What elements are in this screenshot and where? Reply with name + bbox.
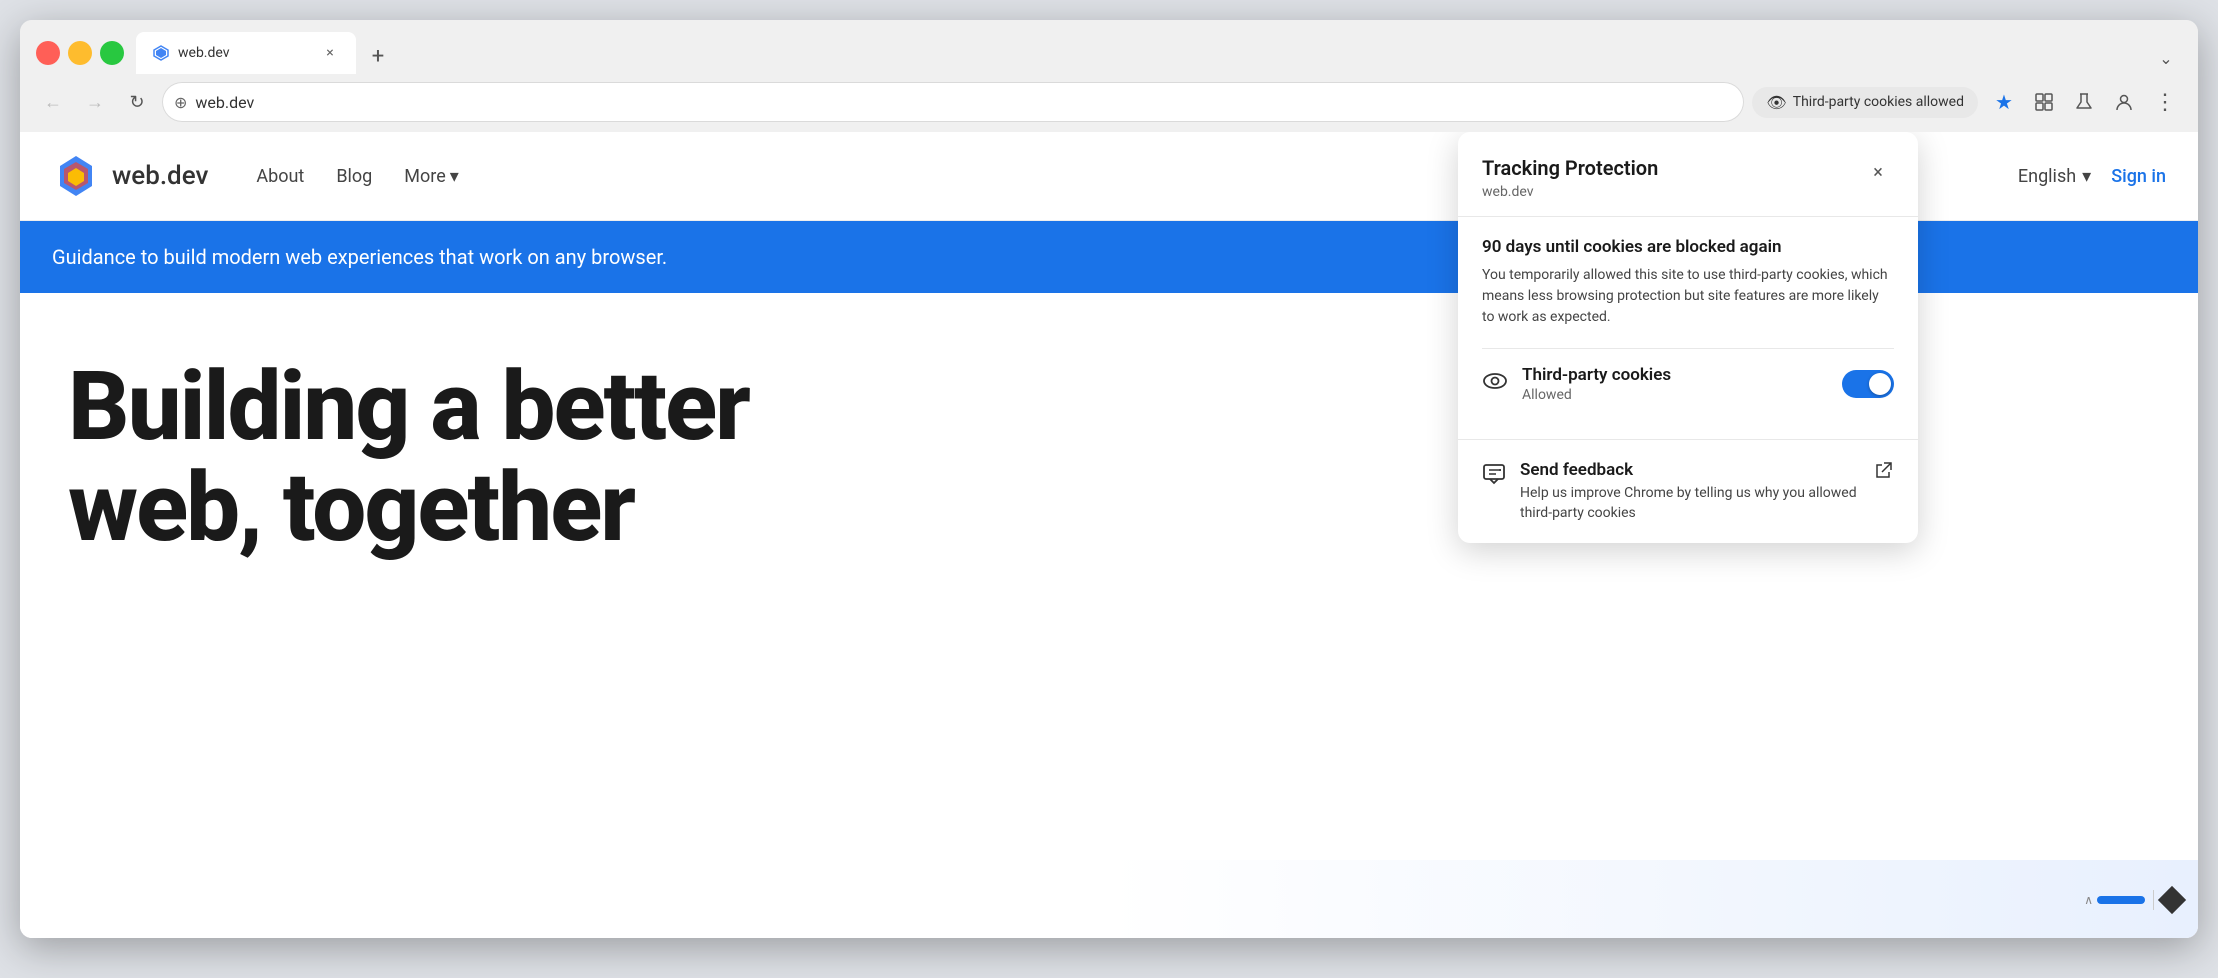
tab-title: web.dev xyxy=(178,45,312,61)
language-label: English xyxy=(2018,166,2076,187)
popup-domain: web.dev xyxy=(1482,184,1862,200)
nav-blog-link[interactable]: Blog xyxy=(336,166,372,187)
cookies-notice: 90 days until cookies are blocked again … xyxy=(1482,237,1894,328)
cookie-info: Third-party cookies Allowed xyxy=(1522,365,1828,403)
sign-in-button[interactable]: Sign in xyxy=(2111,166,2166,187)
feedback-row: Send feedback Help us improve Chrome by … xyxy=(1458,440,1918,543)
hero-heading-line2: web, together xyxy=(68,452,634,564)
cookie-label: Third-party cookies xyxy=(1522,365,1828,385)
tracking-badge-label: Third-party cookies allowed xyxy=(1793,94,1964,110)
tab-bar-right: ⌄ xyxy=(2150,42,2182,74)
tab-list-button[interactable]: ⌄ xyxy=(2150,42,2182,74)
language-arrow-icon: ▾ xyxy=(2082,166,2091,187)
profile-button[interactable] xyxy=(2106,84,2142,120)
close-window-button[interactable] xyxy=(36,41,60,65)
lab-icon-button[interactable] xyxy=(2066,84,2102,120)
tracking-eye-icon: 👁 xyxy=(1766,93,1786,112)
cookies-notice-desc: You temporarily allowed this site to use… xyxy=(1482,265,1894,328)
scroll-separator xyxy=(2153,890,2154,910)
toolbar-icons: ★ ⋮ xyxy=(1986,84,2182,120)
tracking-protection-badge[interactable]: 👁 Third-party cookies allowed xyxy=(1752,87,1978,118)
extensions-button[interactable] xyxy=(2026,84,2062,120)
feedback-icon xyxy=(1482,462,1506,492)
logo-text: web.dev xyxy=(112,161,208,191)
traffic-lights xyxy=(36,41,124,65)
address-bar: ← → ↻ ⊕ web.dev 👁 Third-party cookies al… xyxy=(20,74,2198,132)
nav-more-link[interactable]: More ▾ xyxy=(404,166,459,187)
feedback-external-link-icon[interactable] xyxy=(1872,460,1894,487)
nav-more-arrow: ▾ xyxy=(450,166,459,187)
title-bar: web.dev × + ⌄ xyxy=(20,20,2198,74)
bookmark-star-button[interactable]: ★ xyxy=(1986,84,2022,120)
tab-favicon xyxy=(152,44,170,62)
new-tab-button[interactable]: + xyxy=(360,38,396,74)
tab-bar: web.dev × + ⌄ xyxy=(136,32,2182,74)
feedback-desc: Help us improve Chrome by telling us why… xyxy=(1520,484,1858,523)
language-button[interactable]: English ▾ xyxy=(2018,166,2091,187)
back-button[interactable]: ← xyxy=(36,85,70,119)
hero-heading-line1: Building a better xyxy=(68,351,749,463)
cookie-eye-icon xyxy=(1482,368,1508,400)
scroll-indicator: ∧ xyxy=(2084,893,2145,907)
popup-header: Tracking Protection web.dev × xyxy=(1458,132,1918,217)
nav-more-label: More xyxy=(404,166,445,187)
page-bottom: ∧ xyxy=(20,860,2198,938)
tracking-protection-popup: Tracking Protection web.dev × 90 days un… xyxy=(1458,132,1918,543)
security-icon: ⊕ xyxy=(174,93,187,112)
scroll-active-indicator xyxy=(2097,896,2145,904)
popup-body: 90 days until cookies are blocked again … xyxy=(1458,217,1918,439)
address-input[interactable]: ⊕ web.dev xyxy=(162,82,1744,122)
popup-title-section: Tracking Protection web.dev xyxy=(1482,156,1862,200)
tab-close-button[interactable]: × xyxy=(320,43,340,63)
forward-button[interactable]: → xyxy=(78,85,112,119)
cookie-status: Allowed xyxy=(1522,387,1828,403)
popup-close-button[interactable]: × xyxy=(1862,156,1894,188)
diamond-shape xyxy=(2158,886,2186,914)
nav-right: English ▾ Sign in xyxy=(2018,166,2166,187)
popup-title: Tracking Protection xyxy=(1482,156,1862,180)
reload-button[interactable]: ↻ xyxy=(120,85,154,119)
feedback-title: Send feedback xyxy=(1520,460,1858,480)
nav-about-link[interactable]: About xyxy=(256,166,304,187)
cookies-notice-title: 90 days until cookies are blocked again xyxy=(1482,237,1894,257)
minimize-window-button[interactable] xyxy=(68,41,92,65)
address-text: web.dev xyxy=(195,93,254,112)
page-content: web.dev About Blog More ▾ English ▾ Sign… xyxy=(20,132,2198,938)
active-tab[interactable]: web.dev × xyxy=(136,32,356,74)
menu-button[interactable]: ⋮ xyxy=(2146,84,2182,120)
maximize-window-button[interactable] xyxy=(100,41,124,65)
site-logo[interactable]: web.dev xyxy=(52,152,208,200)
scroll-up-icon: ∧ xyxy=(2084,893,2093,907)
cookie-row: Third-party cookies Allowed xyxy=(1482,348,1894,419)
feedback-info: Send feedback Help us improve Chrome by … xyxy=(1520,460,1858,523)
browser-window: web.dev × + ⌄ ← → ↻ ⊕ web.dev 👁 Third-pa… xyxy=(20,20,2198,938)
cookie-toggle[interactable] xyxy=(1842,370,1894,398)
site-nav-links: About Blog More ▾ xyxy=(256,166,458,187)
